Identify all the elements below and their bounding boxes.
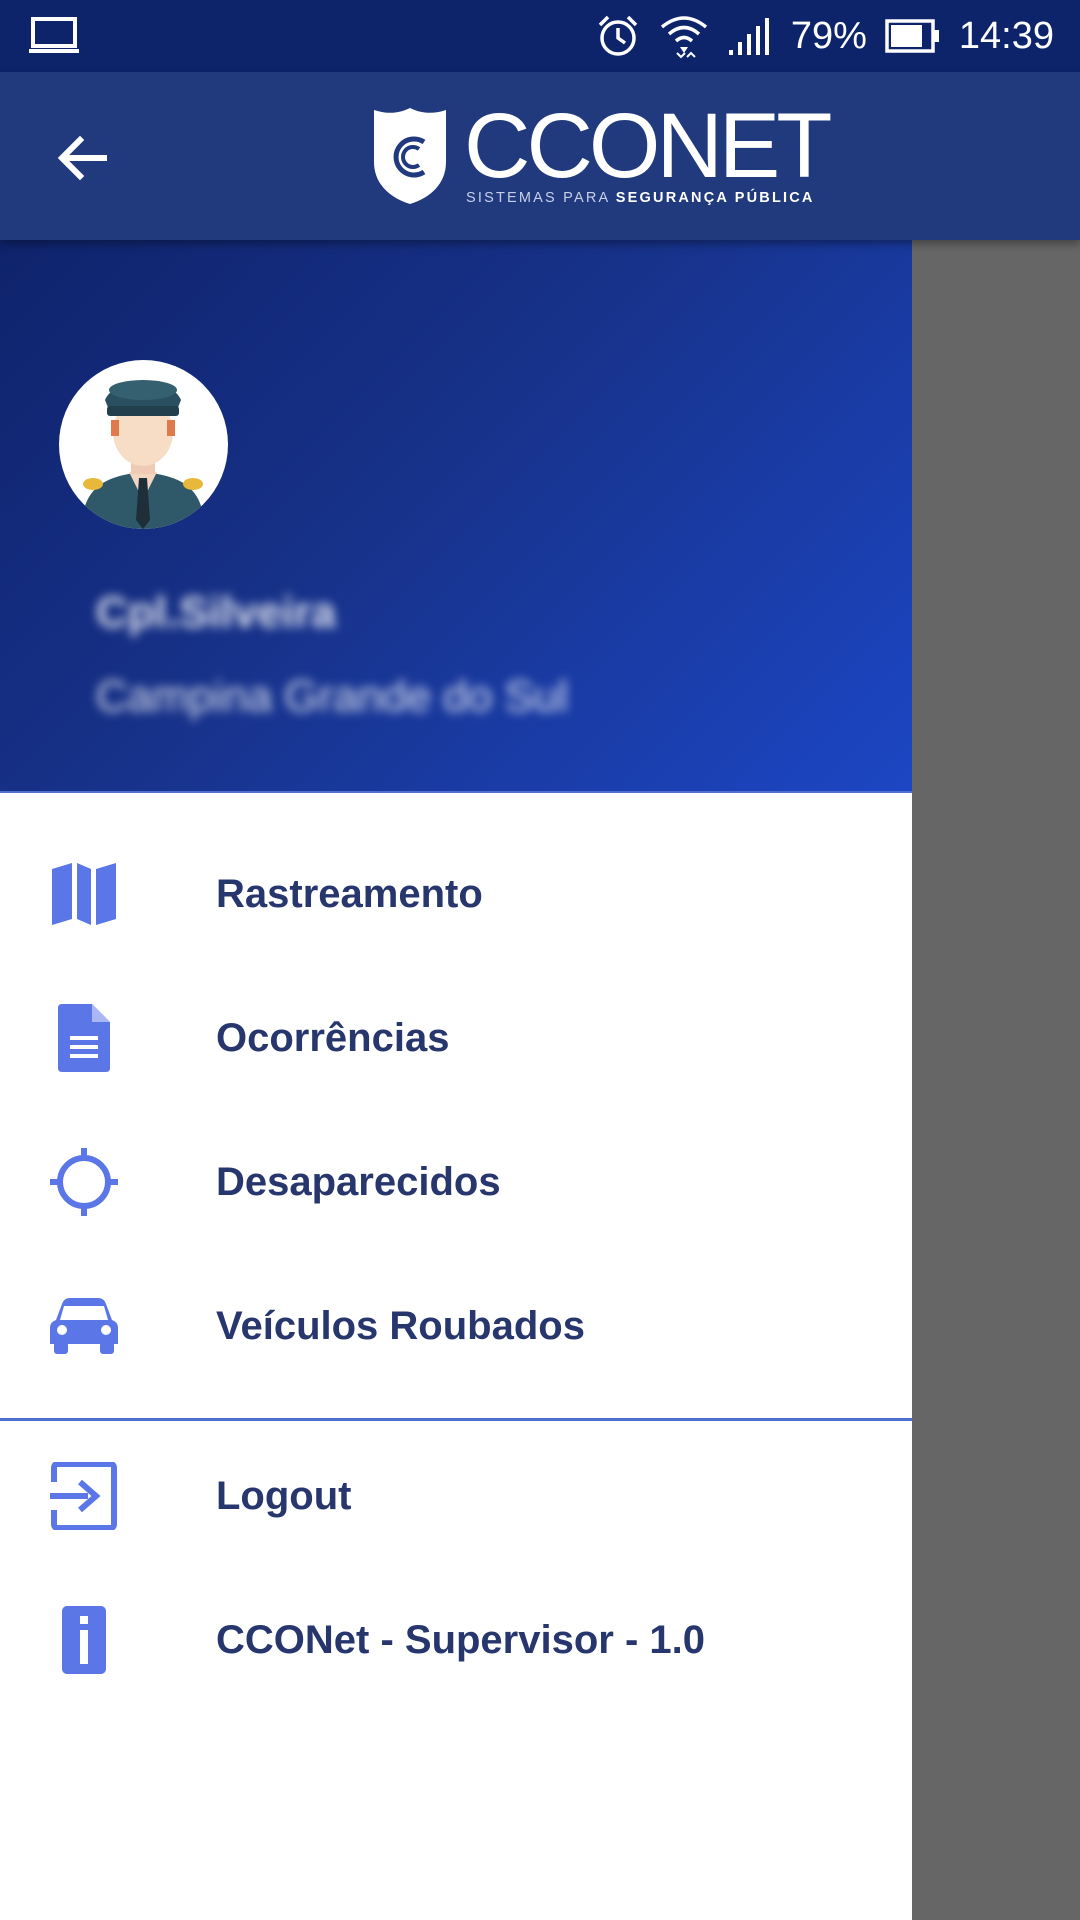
menu-label: CCONet - Supervisor - 1.0	[216, 1617, 706, 1662]
user-name: Cpl.Silveira	[96, 588, 336, 637]
battery-icon	[885, 18, 941, 54]
wifi-icon	[659, 13, 709, 59]
alarm-icon	[595, 13, 641, 59]
map-icon	[48, 858, 120, 930]
document-icon	[48, 1002, 120, 1074]
back-button[interactable]	[40, 116, 124, 200]
crosshair-icon	[48, 1146, 120, 1218]
car-icon	[48, 1290, 120, 1362]
brand-tagline: SISTEMAS PARA SEGURANÇA PÚBLICA	[466, 190, 815, 206]
user-city: Campina Grande do Sul	[96, 672, 569, 721]
app-bar: CCONET SISTEMAS PARA SEGURANÇA PÚBLICA	[0, 72, 1080, 240]
menu-label: Desaparecidos	[216, 1159, 501, 1204]
menu-label: Veículos Roubados	[216, 1303, 585, 1348]
arrow-left-icon	[57, 135, 107, 181]
navigation-drawer: Cpl.Silveira Campina Grande do Sul Rastr…	[0, 240, 912, 1920]
signal-icon	[727, 16, 773, 56]
menu-item-rastreamento[interactable]: Rastreamento	[0, 824, 912, 964]
menu-divider	[0, 1418, 912, 1421]
drawer-header: Cpl.Silveira Campina Grande do Sul	[0, 240, 912, 793]
clock: 14:39	[958, 14, 1054, 57]
menu-label: Logout	[216, 1473, 352, 1518]
shield-logo-icon	[374, 108, 446, 204]
info-icon	[48, 1604, 120, 1676]
drawer-scrim[interactable]	[912, 240, 1080, 1920]
logout-icon	[48, 1460, 120, 1532]
status-bar: 79% 14:39	[0, 0, 1080, 72]
menu-item-ocorrencias[interactable]: Ocorrências	[0, 968, 912, 1108]
laptop-icon	[28, 16, 80, 56]
avatar[interactable]	[59, 360, 228, 529]
battery-percent: 79%	[790, 14, 867, 57]
menu-item-veiculos-roubados[interactable]: Veículos Roubados	[0, 1256, 912, 1396]
cconet-logo: CCONET SISTEMAS PARA SEGURANÇA PÚBLICA	[372, 96, 832, 212]
menu-item-desaparecidos[interactable]: Desaparecidos	[0, 1112, 912, 1252]
menu-item-logout[interactable]: Logout	[0, 1426, 912, 1566]
menu-label: Rastreamento	[216, 871, 483, 916]
menu-label: Ocorrências	[216, 1015, 450, 1060]
menu-item-app-info[interactable]: CCONet - Supervisor - 1.0	[0, 1570, 912, 1710]
brand-name: CCONET	[464, 95, 832, 197]
